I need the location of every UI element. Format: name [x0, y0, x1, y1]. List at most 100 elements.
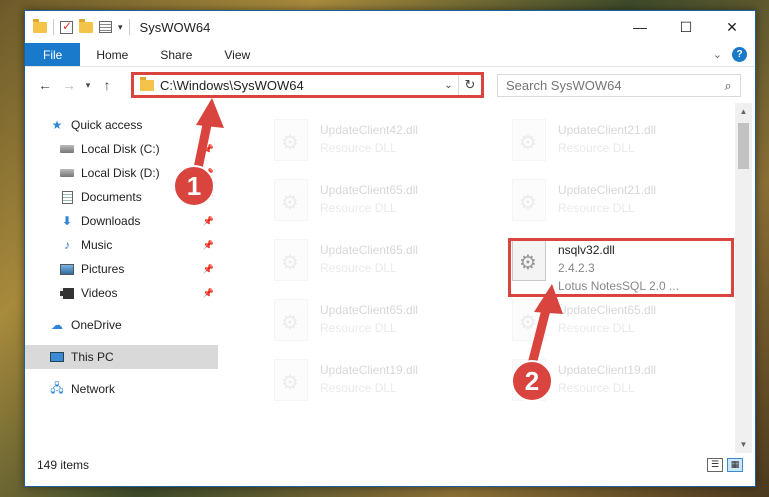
videos-icon	[60, 287, 74, 299]
scrollbar-thumb[interactable]	[738, 123, 749, 169]
pin-icon[interactable]: 📌	[203, 144, 214, 155]
address-path[interactable]: C:\Windows\SysWOW64	[160, 78, 439, 93]
toolbar-divider	[53, 19, 54, 35]
network-icon: 🖧	[50, 380, 64, 395]
file-explorer-window: ▾ SysWOW64 — ☐ ✕ File Home Share View ⌄ …	[24, 10, 756, 487]
file-tile[interactable]: UpdateClient21.dll Resource DLL	[490, 177, 716, 229]
file-tile[interactable]: UpdateClient42.dll Resource DLL	[252, 117, 478, 169]
sidebar-item-label: OneDrive	[71, 318, 122, 332]
dll-file-icon	[512, 299, 546, 341]
sidebar-item-quick-access[interactable]: ★ Quick access	[25, 113, 218, 137]
properties-check-icon[interactable]	[60, 19, 73, 34]
file-description: Resource DLL	[320, 321, 397, 335]
tab-view[interactable]: View	[208, 43, 266, 66]
vertical-scrollbar[interactable]: ▲ ▼	[735, 103, 752, 453]
pin-icon[interactable]: 📌	[203, 216, 214, 227]
sidebar-item-label: Downloads	[81, 214, 141, 228]
file-name: UpdateClient42.dll	[320, 123, 419, 137]
window-title: SysWOW64	[139, 19, 211, 35]
sidebar-item-local-disk-c[interactable]: Local Disk (C:) 📌	[25, 137, 218, 161]
search-box[interactable]: ⌕	[497, 74, 741, 97]
details-view-icon[interactable]: ☰	[707, 457, 723, 472]
folder-icon	[33, 18, 47, 33]
tab-file[interactable]: File	[25, 43, 81, 66]
customize-toolbar-chevron-icon[interactable]: ▾	[118, 22, 123, 33]
refresh-icon[interactable]: ↻	[459, 77, 481, 93]
file-description: Resource DLL	[320, 381, 397, 395]
file-tile[interactable]: UpdateClient65.dll Resource DLL	[252, 297, 478, 349]
search-input[interactable]	[506, 78, 716, 93]
file-name: UpdateClient21.dll	[558, 183, 657, 197]
dll-file-icon	[512, 179, 546, 221]
pin-icon[interactable]: 📌	[203, 192, 214, 203]
sidebar-item-videos[interactable]: Videos 📌	[25, 281, 218, 305]
sidebar-item-documents[interactable]: Documents 📌	[25, 185, 218, 209]
file-tile[interactable]: UpdateClient19.dll Resource DLL	[252, 357, 478, 409]
sidebar-item-label: Quick access	[71, 118, 143, 132]
tab-share[interactable]: Share	[144, 43, 208, 66]
sidebar-item-network[interactable]: 🖧 Network	[25, 377, 218, 401]
expand-ribbon-chevron-icon[interactable]: ⌄	[713, 48, 722, 61]
address-dropdown-chevron-icon[interactable]: ⌄	[439, 75, 459, 95]
scroll-up-arrow-icon[interactable]: ▲	[735, 103, 752, 120]
forward-arrow-icon[interactable]: →	[57, 77, 81, 93]
sidebar-item-local-disk-d[interactable]: Local Disk (D:) 📌	[25, 161, 218, 185]
file-tile[interactable]: UpdateClient65.dll Resource DLL	[490, 297, 716, 349]
file-description: Resource DLL	[558, 201, 635, 215]
sidebar-item-this-pc[interactable]: This PC	[25, 345, 218, 369]
dll-file-icon	[274, 179, 308, 221]
tab-home[interactable]: Home	[80, 43, 144, 66]
file-tile[interactable]: UpdateClient65.dll Resource DLL	[252, 177, 478, 229]
pin-icon[interactable]: 📌	[203, 264, 214, 275]
new-folder-icon[interactable]	[79, 18, 93, 33]
file-description: Resource DLL	[320, 201, 397, 215]
item-count: 149 items	[37, 457, 90, 472]
pin-icon[interactable]: 📌	[203, 288, 214, 299]
sidebar-item-label: Local Disk (D:)	[81, 166, 160, 180]
toolbar-divider	[128, 19, 130, 35]
minimize-button[interactable]: —	[617, 11, 663, 43]
file-name: UpdateClient65.dll	[320, 303, 419, 317]
sidebar-item-onedrive[interactable]: ☁ OneDrive	[25, 313, 218, 337]
tiles-view-icon[interactable]: ▦	[727, 457, 743, 472]
music-icon: ♪	[64, 238, 70, 252]
file-name: UpdateClient19.dll	[558, 363, 657, 377]
properties-icon[interactable]	[99, 21, 112, 33]
dll-file-icon	[512, 119, 546, 161]
sidebar-item-label: Network	[71, 382, 116, 396]
navigation-pane: ★ Quick access Local Disk (C:) 📌 Local D…	[25, 103, 218, 453]
sidebar-item-label: Local Disk (C:)	[81, 142, 160, 156]
file-name: UpdateClient19.dll	[320, 363, 419, 377]
title-bar: ▾ SysWOW64 — ☐ ✕	[25, 11, 755, 43]
highlight-box-file	[508, 238, 734, 297]
dll-file-icon	[274, 239, 308, 281]
file-description: Resource DLL	[558, 321, 635, 335]
file-tile[interactable]: UpdateClient19.dll Resource DLL	[490, 357, 716, 409]
search-icon[interactable]: ⌕	[716, 78, 740, 94]
pin-icon[interactable]: 📌	[203, 240, 214, 251]
back-arrow-icon[interactable]: ←	[33, 77, 57, 93]
sidebar-item-label: Documents	[81, 190, 142, 204]
close-button[interactable]: ✕	[709, 11, 755, 43]
recent-locations-chevron-icon[interactable]: ▾	[81, 80, 95, 91]
file-description: Resource DLL	[558, 381, 635, 395]
dll-file-icon	[274, 359, 308, 401]
file-tile[interactable]: UpdateClient21.dll Resource DLL	[490, 117, 716, 169]
pictures-icon	[60, 263, 74, 275]
sidebar-item-downloads[interactable]: ⬇ Downloads 📌	[25, 209, 218, 233]
sidebar-item-label: Music	[81, 238, 113, 252]
sidebar-item-music[interactable]: ♪ Music 📌	[25, 233, 218, 257]
maximize-button[interactable]: ☐	[663, 11, 709, 43]
up-arrow-icon[interactable]: ↑	[95, 77, 119, 93]
documents-icon	[61, 190, 73, 204]
pin-icon[interactable]: 📌	[203, 168, 214, 179]
help-icon[interactable]: ?	[732, 47, 747, 62]
local-disk-icon	[60, 169, 74, 177]
file-tile[interactable]: UpdateClient65.dll Resource DLL	[252, 237, 478, 289]
window-controls: — ☐ ✕	[617, 11, 755, 43]
file-name: UpdateClient21.dll	[558, 123, 657, 137]
file-name: UpdateClient65.dll	[320, 183, 419, 197]
file-name: UpdateClient65.dll	[558, 303, 657, 317]
sidebar-item-pictures[interactable]: Pictures 📌	[25, 257, 218, 281]
address-bar[interactable]: C:\Windows\SysWOW64 ⌄ ↻	[131, 72, 484, 98]
